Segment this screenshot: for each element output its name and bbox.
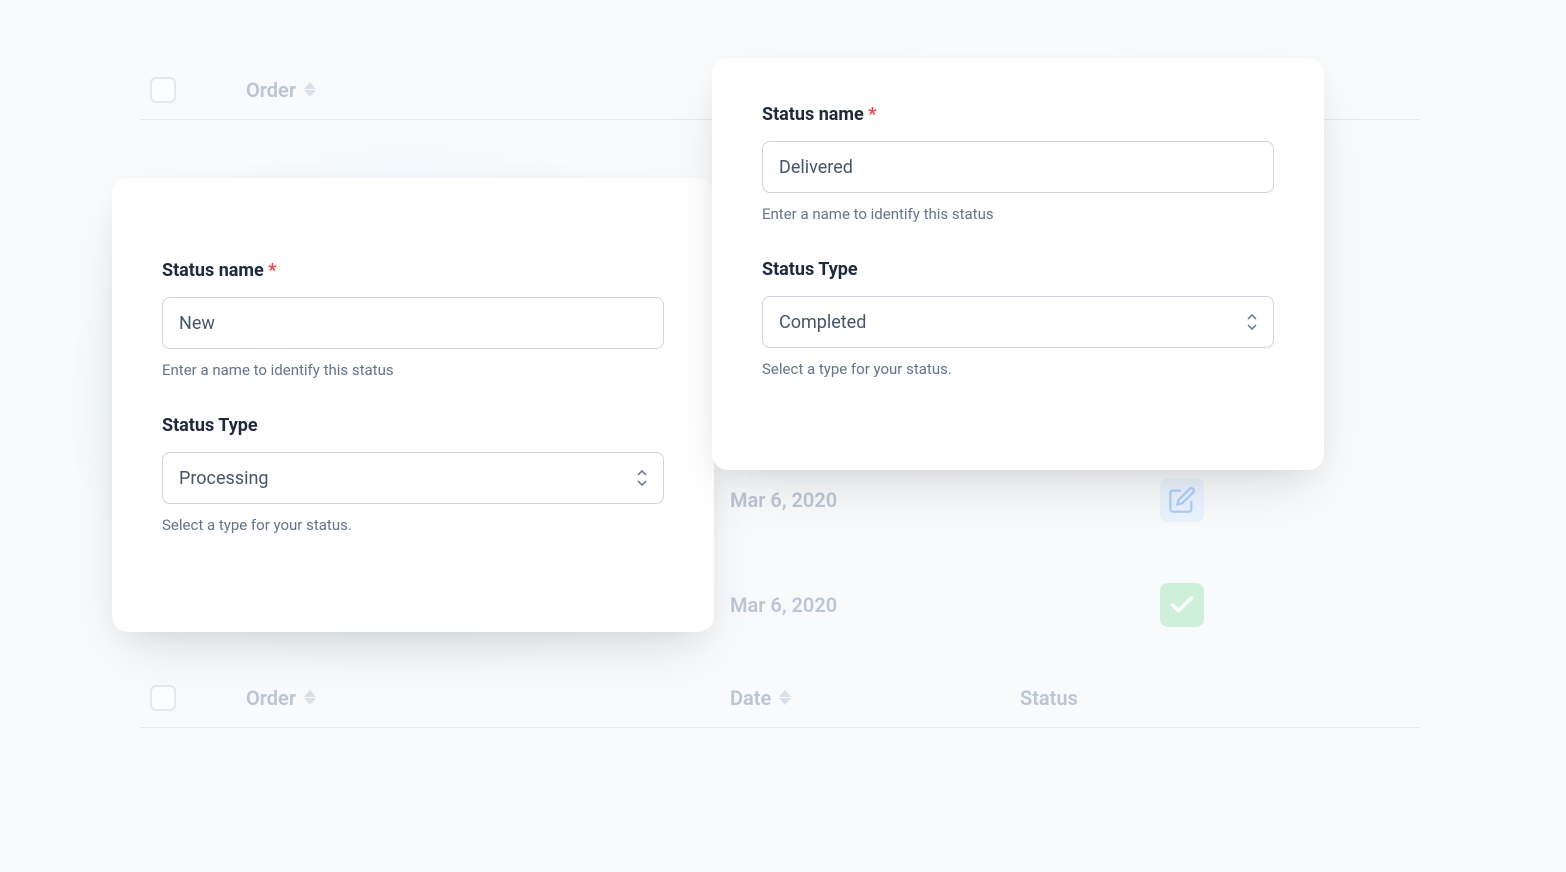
status-name-label: Status name * — [162, 260, 664, 281]
table-header-row: Order Date Status — [140, 668, 1420, 728]
column-header-date[interactable]: Date — [730, 686, 791, 710]
sort-icon — [304, 690, 316, 705]
column-header-status[interactable]: Status — [1020, 686, 1078, 710]
form-group-type: Status Type Processing Select a type for… — [162, 415, 664, 534]
required-indicator: * — [268, 260, 276, 281]
status-badge-check[interactable] — [1160, 583, 1204, 627]
sort-icon — [779, 690, 791, 705]
form-group-name: Status name * Enter a name to identify t… — [162, 260, 664, 379]
form-group-type: Status Type Completed Select a type for … — [762, 259, 1274, 378]
status-name-label: Status name * — [762, 104, 1274, 125]
select-all-checkbox[interactable] — [150, 77, 176, 103]
status-type-hint: Select a type for your status. — [162, 516, 664, 534]
status-type-label: Status Type — [762, 259, 1274, 280]
status-name-input[interactable] — [762, 141, 1274, 193]
column-label: Status — [1020, 686, 1078, 710]
status-name-hint: Enter a name to identify this status — [762, 205, 1274, 223]
column-label: Date — [730, 686, 771, 710]
status-type-select[interactable]: Processing — [162, 452, 664, 504]
sort-icon — [304, 82, 316, 97]
column-header-order[interactable]: Order — [246, 686, 316, 710]
form-group-name: Status name * Enter a name to identify t… — [762, 104, 1274, 223]
row-date: Mar 6, 2020 — [730, 593, 837, 617]
row-date: Mar 6, 2020 — [730, 488, 837, 512]
status-type-hint: Select a type for your status. — [762, 360, 1274, 378]
status-form-card-delivered: Status name * Enter a name to identify t… — [712, 58, 1324, 470]
select-all-checkbox[interactable] — [150, 685, 176, 711]
status-type-select[interactable]: Completed — [762, 296, 1274, 348]
column-header-order[interactable]: Order — [246, 78, 316, 102]
column-label: Order — [246, 686, 296, 710]
status-name-hint: Enter a name to identify this status — [162, 361, 664, 379]
status-type-label: Status Type — [162, 415, 664, 436]
column-label: Order — [246, 78, 296, 102]
pencil-icon — [1168, 486, 1196, 514]
status-badge-edit[interactable] — [1160, 478, 1204, 522]
status-name-input[interactable] — [162, 297, 664, 349]
required-indicator: * — [868, 104, 876, 125]
check-icon — [1168, 591, 1196, 619]
status-form-card-new: Status name * Enter a name to identify t… — [112, 178, 714, 632]
